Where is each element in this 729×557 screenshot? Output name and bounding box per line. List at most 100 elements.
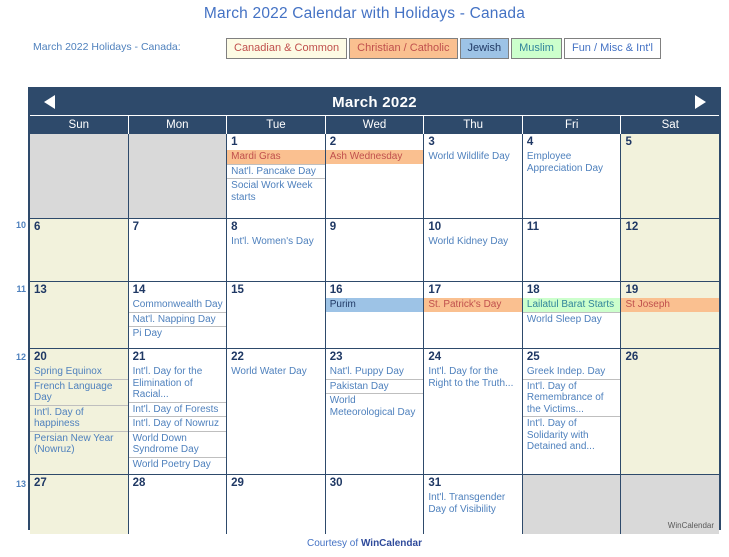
day-cell-20[interactable]: 20 Spring Equinox French Language Day Int'l… [30, 349, 129, 474]
day-cell-16[interactable]: 16 Purim [325, 282, 425, 348]
event-item[interactable]: Mardi Gras [227, 150, 325, 164]
day-header-tue: Tue [227, 116, 326, 134]
day-cell-17[interactable]: 17 St. Patrick's Day [424, 282, 523, 348]
event-item[interactable]: Int'l. Day of happiness [30, 404, 128, 431]
event-item[interactable]: Social Work Week starts [227, 178, 325, 204]
day-cell-18[interactable]: 18 Lailatul Barat Starts World Sleep Day [522, 282, 622, 348]
day-cell-23[interactable]: 23 Nat'l. Puppy Day Pakistan Day World Mete… [325, 349, 425, 474]
legend-chip-fun[interactable]: Fun / Misc & Int'l [563, 38, 661, 59]
event-item[interactable]: Nat'l. Puppy Day [326, 365, 424, 379]
event-item[interactable]: Nat'l. Pancake Day [227, 163, 325, 179]
day-number: 8 [231, 221, 238, 233]
day-cell-27[interactable]: 27 [30, 475, 129, 534]
day-number: 18 [526, 284, 540, 296]
event-item[interactable]: St. Patrick's Day [424, 298, 522, 312]
event-list: Lailatul Barat Starts World Sleep Day [522, 298, 621, 327]
day-cell-empty[interactable] [30, 134, 129, 218]
day-cell-9[interactable]: 9 [325, 219, 425, 281]
day-cell-10[interactable]: 10 World Kidney Day [424, 219, 523, 281]
event-item[interactable]: Purim [325, 298, 424, 312]
event-item[interactable]: Employee Appreciation Day [523, 150, 621, 175]
event-item[interactable]: World Down Syndrome Day [128, 430, 227, 457]
event-list: Purim [325, 298, 424, 312]
day-cell-8[interactable]: 8 Int'l. Women's Day [227, 219, 326, 281]
event-item[interactable]: Int'l. Day of Solidarity with Detained a… [522, 416, 621, 454]
day-cell-empty[interactable] [128, 134, 228, 218]
day-cell-25[interactable]: 25 Greek Indep. Day Int'l. Day of Remembra… [522, 349, 622, 474]
day-cell-15[interactable]: 15 [227, 282, 326, 348]
legend-chip-muslim[interactable]: Muslim [511, 38, 562, 59]
event-item[interactable]: Int'l. Day of Forests [128, 401, 227, 417]
event-item[interactable]: Ash Wednesday [325, 150, 424, 164]
day-cell-7[interactable]: 7 [128, 219, 228, 281]
day-cell-6[interactable]: 6 [30, 219, 129, 281]
legend-chip-group: Canadian & Common Christian / Catholic Jew… [226, 38, 661, 59]
event-item[interactable]: Int'l. Day of Nowruz [128, 416, 227, 431]
event-item[interactable]: St Joseph [621, 298, 720, 312]
day-cell-5[interactable]: 5 [621, 134, 720, 218]
event-item[interactable]: Commonwealth Day [129, 298, 227, 312]
day-number: 25 [526, 351, 540, 363]
event-item[interactable]: Int'l. Day for the Right to the Truth... [424, 365, 522, 390]
day-cell-29[interactable]: 29 [227, 475, 326, 534]
day-cell-12[interactable]: 12 [621, 219, 720, 281]
day-number: 2 [329, 136, 337, 148]
day-header-wed: Wed [326, 116, 425, 134]
legend-chip-jewish[interactable]: Jewish [459, 38, 510, 59]
day-number: 30 [329, 477, 343, 489]
day-cell-21[interactable]: 21 Int'l. Day for the Elimination of Raci… [128, 349, 228, 474]
day-cell-4[interactable]: 4 Employee Appreciation Day [522, 134, 622, 218]
day-cell-3[interactable]: 3 World Wildlife Day [424, 134, 523, 218]
week-number: 13 [15, 479, 26, 489]
event-item[interactable]: Spring Equinox [30, 365, 128, 379]
day-cell-empty[interactable]: WinCalendar [621, 475, 720, 534]
day-cell-19[interactable]: 19 St Joseph [621, 282, 720, 348]
prev-month-arrow-icon[interactable] [36, 89, 62, 115]
day-cell-26[interactable]: 26 [621, 349, 720, 474]
day-cell-2[interactable]: 2 Ash Wednesday [325, 134, 425, 218]
event-item[interactable]: World Kidney Day [424, 235, 522, 249]
event-item[interactable]: World Meteorological Day [325, 393, 424, 419]
event-item[interactable]: Int'l. Day for the Elimination of Racial… [129, 365, 227, 402]
day-number: 4 [526, 136, 534, 148]
event-item[interactable]: Lailatul Barat Starts [522, 298, 621, 312]
day-cell-22[interactable]: 22 World Water Day [227, 349, 326, 474]
event-item[interactable]: Greek Indep. Day [523, 365, 621, 379]
day-cell-14[interactable]: 14 Commonwealth Day Nat'l. Napping Day Pi D… [128, 282, 228, 348]
event-list: Employee Appreciation Day [523, 150, 621, 175]
event-item[interactable]: World Sleep Day [522, 311, 621, 327]
week-row: 1 Mardi Gras Nat'l. Pancake Day Social Work… [30, 134, 720, 218]
day-cell-31[interactable]: 31 Int'l. Transgender Day of Visibility [424, 475, 523, 534]
day-number: 27 [34, 477, 47, 489]
event-list: Greek Indep. Day Int'l. Day of Remembranc… [522, 365, 621, 454]
next-month-arrow-icon[interactable] [687, 89, 713, 115]
day-cell-11[interactable]: 11 [522, 219, 622, 281]
legend-chip-christian[interactable]: Christian / Catholic [349, 38, 458, 59]
event-item[interactable]: World Poetry Day [128, 456, 227, 472]
day-number: 24 [428, 351, 442, 363]
day-cell-30[interactable]: 30 [325, 475, 425, 534]
calendar-container: March 2022 Sun Mon Tue Wed Thu Fri Sat 1 Mardi … [28, 87, 721, 534]
legend-chip-canadian[interactable]: Canadian & Common [226, 38, 348, 59]
event-item[interactable]: Pi Day [128, 326, 227, 341]
day-cell-28[interactable]: 28 [128, 475, 228, 534]
day-number: 6 [34, 221, 41, 233]
legend-row: March 2022 Holidays - Canada: Canadian &… [0, 38, 729, 60]
event-item[interactable]: World Water Day [227, 365, 325, 379]
event-item[interactable]: Int'l. Transgender Day of Visibility [424, 491, 522, 516]
event-list: World Water Day [227, 365, 325, 379]
event-item[interactable]: Int'l. Women's Day [227, 235, 325, 249]
event-item[interactable]: Persian New Year (Nowruz) [30, 430, 128, 457]
day-cell-1[interactable]: 1 Mardi Gras Nat'l. Pancake Day Social Work… [227, 134, 326, 218]
event-item[interactable]: French Language Day [30, 378, 128, 405]
event-item[interactable]: Nat'l. Napping Day [128, 311, 227, 327]
week-row: 20 Spring Equinox French Language Day Int'l… [30, 348, 720, 474]
day-number: 21 [132, 351, 146, 363]
event-item[interactable]: World Wildlife Day [424, 150, 522, 164]
event-item[interactable]: Pakistan Day [325, 378, 424, 394]
day-cell-24[interactable]: 24 Int'l. Day for the Right to the Truth.… [424, 349, 523, 474]
day-cell-13[interactable]: 13 [30, 282, 129, 348]
footer-credit: Courtesy of WinCalendar [0, 538, 729, 549]
event-item[interactable]: Int'l. Day of Remembrance of the Victims… [522, 378, 621, 417]
day-cell-empty[interactable] [522, 475, 622, 534]
